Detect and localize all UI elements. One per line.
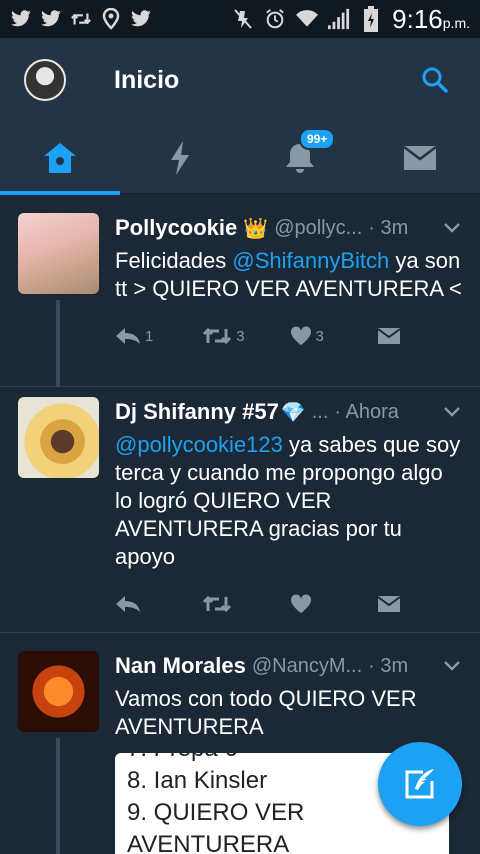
retweet-icon [203,327,232,345]
page-title: Inicio [114,65,180,94]
like-button[interactable] [290,594,377,614]
thread-line [56,738,60,854]
tweet-options-button[interactable] [440,216,464,240]
tweet-author-handle[interactable]: @NancyM... [252,655,362,678]
tweet-actions: 1 3 3 [115,309,464,363]
compose-tweet-button[interactable] [378,742,462,826]
location-icon [100,8,122,30]
heart-icon [290,326,311,345]
tweet-time: · 3m [368,654,409,677]
tweet-text: Felicidades @ShifannyBitch ya son tt > Q… [115,248,462,301]
tweet-avatar[interactable] [18,397,99,478]
status-system: 9:16p.m. [232,4,470,35]
tweet-avatar[interactable] [18,213,99,294]
tweet-item[interactable]: Pollycookie 👑 @pollyc... · 3m Felicidade… [0,195,480,387]
search-button[interactable] [420,65,450,95]
thread-line [56,300,60,387]
tab-notifications[interactable]: 99+ [240,122,360,194]
direct-message-button[interactable] [377,327,464,345]
tweet-author-name[interactable]: Pollycookie [115,215,237,241]
battery-icon [360,6,382,32]
reply-button[interactable] [115,595,202,613]
app-bar: Inicio [0,38,480,122]
tab-moments[interactable] [120,122,240,194]
alarm-icon [264,8,286,30]
heart-icon [290,594,311,613]
retweet-icon [70,8,92,30]
mention-link[interactable]: @ShifannyBitch [232,248,389,273]
twitter-icon [130,8,152,30]
tweet-author-name[interactable]: Nan Morales [115,653,246,679]
retweet-button[interactable] [202,594,289,614]
direct-message-button[interactable] [377,595,464,613]
reply-icon [116,596,140,612]
profile-avatar[interactable] [24,59,66,101]
signal-icon [328,8,350,30]
twitter-icon [40,8,62,30]
tab-home[interactable] [0,122,120,195]
tweet-time: · Ahora [334,400,399,423]
home-icon [44,143,76,173]
mail-icon [377,328,401,344]
mute-icon [232,8,254,30]
retweet-icon [203,595,232,613]
chevron-down-icon [444,661,460,671]
tab-messages[interactable] [360,122,480,194]
tab-bar: 99+ [0,122,480,195]
chevron-down-icon [444,407,460,417]
tweet-text: Vamos con todo QUIERO VER AVENTURERA [115,686,417,739]
retweet-button[interactable]: 3 [202,326,289,346]
tweet-options-button[interactable] [440,400,464,424]
tweet-author-handle[interactable]: ... [312,401,329,424]
mail-icon [377,596,401,612]
tweet-actions [115,577,464,631]
status-bar: 9:16p.m. [0,0,480,38]
wifi-icon [296,8,319,30]
tweet-avatar[interactable] [18,651,99,732]
mail-icon [403,146,437,170]
reply-button[interactable]: 1 [115,327,202,345]
tweet-options-button[interactable] [440,654,464,678]
search-icon [422,67,448,93]
tweet-author-handle[interactable]: @pollyc... [274,217,362,240]
tweet-time: · 3m [368,216,409,239]
notification-badge: 99+ [299,128,336,150]
status-notifications [10,8,152,30]
compose-tweet-icon [405,769,434,799]
chevron-down-icon [444,223,460,233]
status-time: 9:16p.m. [392,3,470,34]
tweet-author-name[interactable]: Dj Shifanny #57 [115,399,279,425]
diamond-icon: 💎 [280,401,306,424]
tweet-item[interactable]: Dj Shifanny #57 💎 ... · Ahora @pollycook… [0,387,480,633]
crown-icon: 👑 [243,217,269,240]
twitter-icon [10,8,32,30]
reply-icon [116,328,140,344]
like-button[interactable]: 3 [290,326,377,346]
mention-link[interactable]: @pollycookie123 [115,432,283,457]
tweet-text: @pollycookie123 ya sabes que soy terca y… [115,432,461,569]
lightning-icon [171,141,189,175]
